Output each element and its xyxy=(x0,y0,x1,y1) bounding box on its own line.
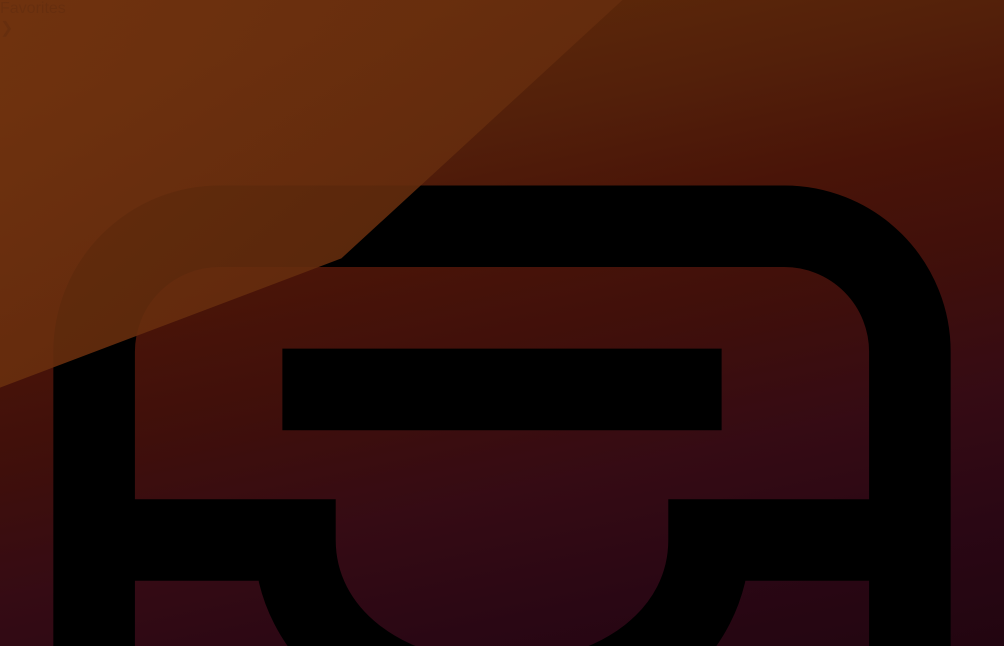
desktop-wallpaper: Favorites ❯ All Inboxes iCloud Work xyxy=(0,0,1004,646)
wallpaper-facet xyxy=(0,0,1004,646)
